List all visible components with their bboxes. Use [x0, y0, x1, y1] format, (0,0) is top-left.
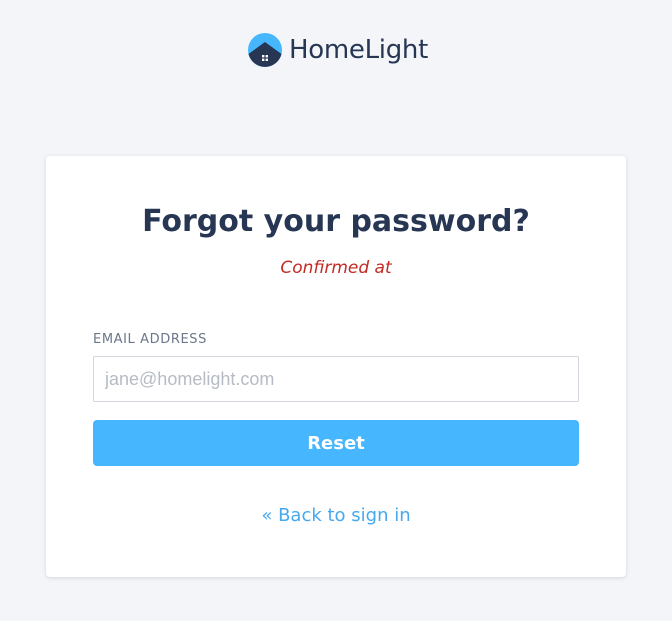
house-icon — [247, 32, 283, 68]
logo-wordmark: HomeLight — [289, 35, 428, 65]
reset-button[interactable]: Reset — [93, 420, 579, 466]
email-label: EMAIL ADDRESS — [93, 332, 207, 347]
page-title: Forgot your password? — [142, 204, 530, 239]
forgot-password-card: Forgot your password? Confirmed at EMAIL… — [46, 156, 626, 577]
homelight-logo[interactable]: HomeLight — [247, 31, 428, 69]
flash-message: Confirmed at — [280, 258, 392, 278]
email-field[interactable] — [93, 356, 579, 402]
back-to-sign-in-link[interactable]: « Back to sign in — [46, 504, 626, 528]
page: HomeLight Forgot your password? Confirme… — [0, 0, 672, 621]
